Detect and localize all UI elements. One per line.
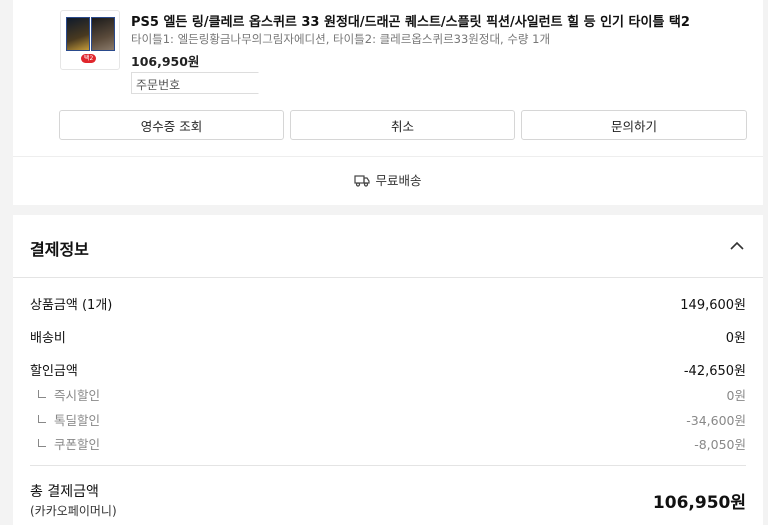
product-title[interactable]: PS5 엘든 링/클레르 옵스퀴르 33 원정대/드래곤 퀘스트/스플릿 픽션/… <box>131 11 761 30</box>
discount-sub-row: 쿠폰할인 -8,050원 <box>30 434 746 453</box>
shipping-fee-row: 배송비 0원 <box>30 327 746 346</box>
discount-row: 할인금액 -42,650원 <box>30 360 746 379</box>
divider <box>30 465 746 466</box>
game-cover-2 <box>91 17 115 51</box>
product-amount-value: 149,600원 <box>680 298 746 313</box>
instant-discount-value: 0원 <box>726 388 746 403</box>
chevron-up-icon[interactable] <box>729 240 745 252</box>
order-number-field: 주문번호 <box>131 72 259 94</box>
discount-sub-row: 톡딜할인 -34,600원 <box>30 410 746 429</box>
product-amount-row: 상품금액 (1개) 149,600원 <box>30 294 746 313</box>
payment-info-card: 결제정보 상품금액 (1개) 149,600원 배송비 0원 할인금액 -42,… <box>13 215 763 525</box>
shipping-fee-label: 배송비 <box>30 331 66 346</box>
inquiry-button[interactable]: 문의하기 <box>521 110 747 140</box>
payment-method: (카카오페이머니) <box>30 504 117 518</box>
sub-item-corner-icon <box>38 390 46 398</box>
discount-value: -42,650원 <box>683 364 746 379</box>
instant-discount-label: 즉시할인 <box>54 388 101 403</box>
shipping-label: 무료배송 <box>375 173 422 188</box>
product-option: 타이틀1: 엘든링황금나무의그림자에디션, 타이틀2: 클레르옵스퀴르33원정대… <box>131 32 551 46</box>
divider <box>13 277 763 278</box>
order-item-card: 택2 PS5 엘든 링/클레르 옵스퀴르 33 원정대/드래곤 퀘스트/스플릿 … <box>13 0 763 205</box>
truck-icon <box>354 174 371 187</box>
discount-sub-row: 즉시할인 0원 <box>30 385 746 404</box>
thumbnail-tag: 택2 <box>81 54 97 63</box>
product-amount-label: 상품금액 (1개) <box>30 298 113 313</box>
total-label: 총 결제금액 <box>30 484 99 500</box>
shipping-info: 무료배송 <box>13 170 763 189</box>
coupon-discount-label: 쿠폰할인 <box>54 437 101 452</box>
talkdeal-discount-value: -34,600원 <box>686 413 746 428</box>
sub-item-corner-icon <box>38 439 46 447</box>
product-thumbnail[interactable]: 택2 <box>60 10 120 70</box>
discount-label: 할인금액 <box>30 364 78 379</box>
coupon-discount-value: -8,050원 <box>694 437 746 452</box>
talkdeal-discount-label: 톡딜할인 <box>54 413 101 428</box>
cancel-button[interactable]: 취소 <box>290 110 515 140</box>
total-amount: 106,950원 <box>652 493 746 513</box>
game-cover-1 <box>66 17 90 51</box>
receipt-button[interactable]: 영수증 조회 <box>59 110 284 140</box>
sub-item-corner-icon <box>38 415 46 423</box>
divider <box>13 156 763 157</box>
shipping-fee-value: 0원 <box>725 331 746 346</box>
payment-header: 결제정보 <box>30 240 89 259</box>
product-price: 106,950원 <box>131 54 200 69</box>
